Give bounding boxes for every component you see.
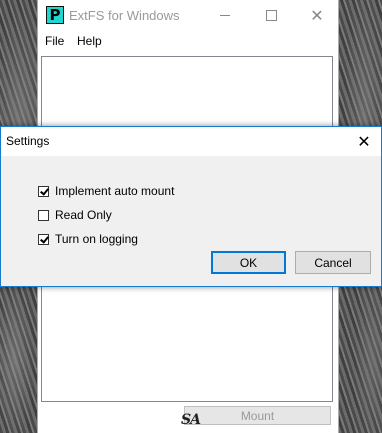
option-logging[interactable]: Turn on logging [38, 231, 138, 247]
close-icon: ✕ [357, 132, 371, 151]
read-only-checkbox[interactable] [38, 209, 49, 221]
settings-dialog: Settings ✕ Implement auto mount Read Onl… [0, 126, 382, 287]
maximize-button[interactable] [248, 0, 294, 31]
dialog-close-button[interactable]: ✕ [347, 127, 381, 156]
auto-mount-checkbox[interactable] [38, 185, 49, 197]
auto-mount-label: Implement auto mount [55, 184, 175, 198]
option-auto-mount[interactable]: Implement auto mount [38, 183, 174, 199]
menu-file[interactable]: File [45, 34, 64, 48]
dialog-title: Settings [6, 134, 50, 148]
read-only-label: Read Only [55, 208, 112, 222]
app-icon: P [46, 6, 64, 24]
minimize-button[interactable] [202, 0, 248, 31]
mount-button[interactable]: Mount [184, 406, 331, 425]
sa-watermark: SA [181, 412, 201, 428]
logging-checkbox[interactable] [38, 233, 49, 245]
ok-button[interactable]: OK [211, 251, 286, 274]
main-titlebar[interactable]: P ExtFS for Windows ✕ [38, 0, 338, 31]
close-button[interactable]: ✕ [294, 0, 340, 31]
dialog-titlebar[interactable]: Settings ✕ [1, 127, 381, 156]
maximize-icon [265, 10, 277, 21]
window-title: ExtFS for Windows [69, 8, 180, 23]
menu-help[interactable]: Help [77, 34, 102, 48]
menu-bar: File Help [38, 31, 338, 51]
minimize-icon [220, 15, 230, 16]
logging-label: Turn on logging [55, 232, 138, 246]
close-icon: ✕ [310, 5, 324, 25]
option-read-only[interactable]: Read Only [38, 207, 112, 223]
cancel-button[interactable]: Cancel [295, 251, 371, 274]
